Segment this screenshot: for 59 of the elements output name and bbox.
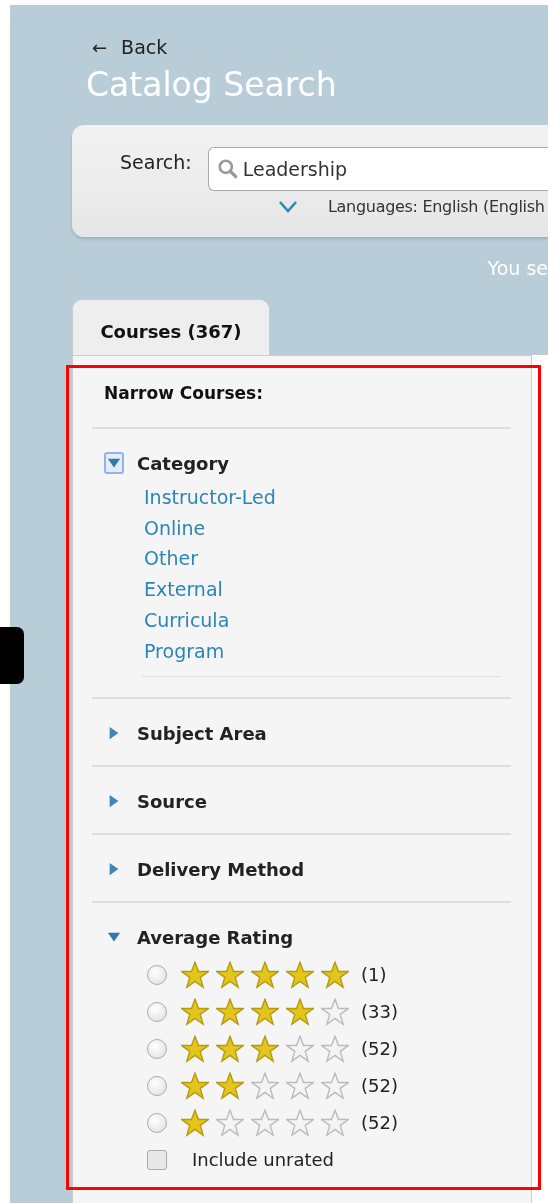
- radio-button[interactable]: [147, 1112, 167, 1133]
- chevron-down-icon[interactable]: [278, 199, 298, 214]
- rating-count: (52): [361, 1075, 398, 1097]
- courses-tab[interactable]: Courses (367): [72, 299, 270, 355]
- back-link[interactable]: Back: [121, 36, 168, 58]
- collapse-icon[interactable]: [104, 452, 124, 474]
- filled-star-icon: [216, 1071, 244, 1100]
- section-title[interactable]: Delivery Method: [137, 858, 305, 880]
- category-link[interactable]: Instructor-Led: [144, 482, 276, 513]
- section-title[interactable]: Subject Area: [137, 722, 267, 744]
- languages-filter[interactable]: Languages: English (English: [328, 197, 545, 216]
- radio-button[interactable]: [147, 964, 167, 985]
- empty-star-icon: [251, 1071, 279, 1100]
- rating-count: (52): [361, 1038, 398, 1060]
- radio-button[interactable]: [147, 1001, 167, 1022]
- category-link[interactable]: Program: [144, 635, 225, 667]
- empty-star-icon: [321, 1071, 349, 1100]
- filled-star-icon: [286, 997, 314, 1026]
- filled-star-icon: [251, 997, 279, 1026]
- filled-star-icon: [251, 1034, 279, 1063]
- back-arrow-icon[interactable]: ←: [92, 36, 108, 58]
- search-field[interactable]: Leadership: [207, 147, 548, 191]
- empty-star-icon: [321, 1034, 349, 1063]
- checkbox-label[interactable]: Include unrated: [192, 1149, 335, 1171]
- results-notice: You se: [487, 257, 548, 279]
- filled-star-icon: [321, 960, 349, 989]
- filled-star-icon: [181, 960, 209, 989]
- category-link[interactable]: External: [144, 574, 223, 605]
- category-link[interactable]: Online: [144, 512, 206, 544]
- filled-star-icon: [181, 1034, 209, 1063]
- section-title[interactable]: Average Rating: [137, 926, 294, 948]
- filled-star-icon: [251, 960, 279, 989]
- category-link[interactable]: Other: [144, 543, 198, 575]
- filled-star-icon: [181, 1108, 209, 1137]
- radio-button[interactable]: [147, 1038, 167, 1059]
- empty-star-icon: [286, 1108, 314, 1137]
- empty-star-icon: [216, 1108, 244, 1137]
- section-title[interactable]: Category: [137, 452, 230, 474]
- filled-star-icon: [216, 1034, 244, 1063]
- rating-count: (52): [361, 1112, 398, 1134]
- empty-star-icon: [321, 1108, 349, 1137]
- category-link[interactable]: Curricula: [144, 604, 230, 636]
- rating-count: (33): [361, 1001, 398, 1023]
- page-title: Catalog Search: [86, 64, 338, 106]
- panel-heading: Narrow Courses:: [103, 382, 264, 405]
- filled-star-icon: [181, 1071, 209, 1100]
- filled-star-icon: [216, 960, 244, 989]
- rating-count: (1): [361, 964, 387, 986]
- filled-star-icon: [286, 960, 314, 989]
- checkbox[interactable]: [147, 1149, 167, 1170]
- empty-star-icon: [286, 1034, 314, 1063]
- empty-star-icon: [251, 1108, 279, 1137]
- radio-button[interactable]: [147, 1075, 167, 1096]
- filled-star-icon: [181, 997, 209, 1026]
- search-label: Search:: [120, 150, 192, 173]
- section-title[interactable]: Source: [137, 790, 207, 812]
- empty-star-icon: [321, 997, 349, 1026]
- empty-star-icon: [286, 1071, 314, 1100]
- filled-star-icon: [216, 997, 244, 1026]
